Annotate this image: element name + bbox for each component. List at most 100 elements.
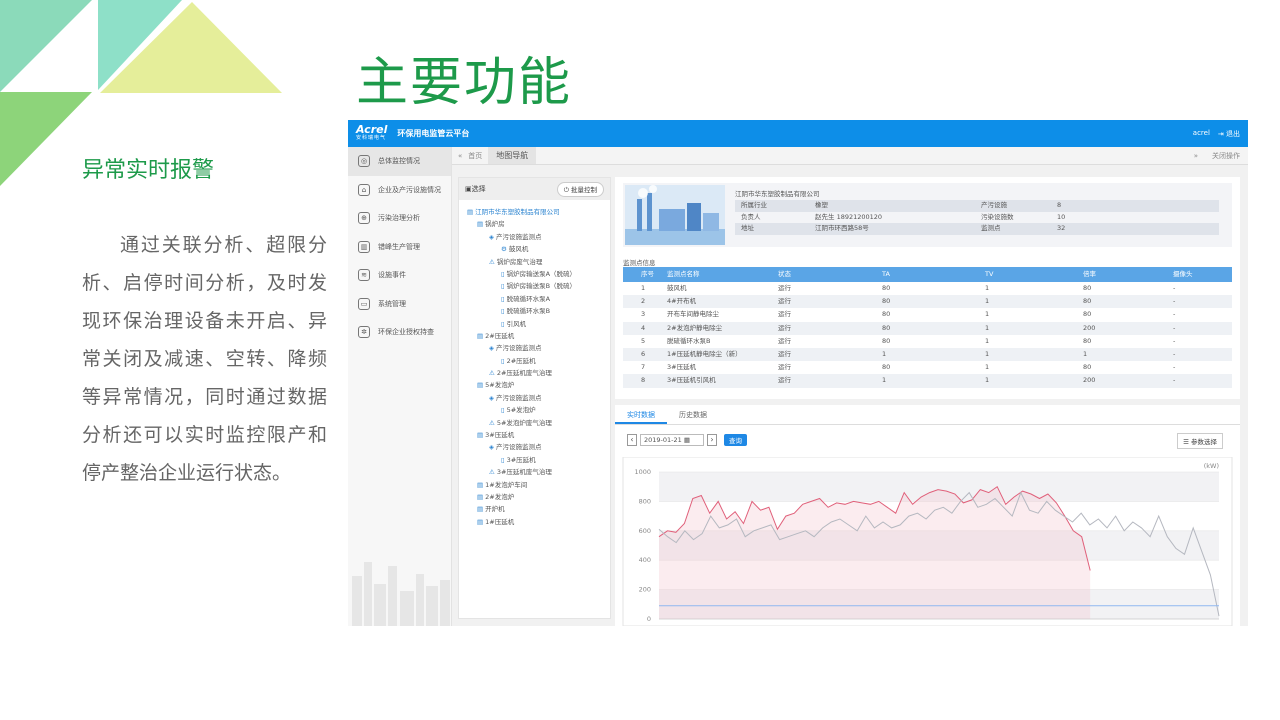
tree-node[interactable]: ▤ 1#压延机 (459, 516, 610, 528)
prev-date-button[interactable]: ‹ (627, 434, 637, 446)
table-cell: 2 (641, 297, 646, 306)
table-header-cell[interactable]: 序号 (623, 267, 667, 282)
app-topbar: Acrel 安科瑞电气 环保用电监管云平台 acrel ⇥ 退出 (348, 120, 1248, 147)
table-header-cell[interactable]: TA (882, 267, 985, 282)
table-row[interactable]: 8 3#压延机引风机 运行 1 1 200 - (623, 374, 1232, 388)
tree-node[interactable]: ◈ 产污设施监测点 (459, 231, 610, 243)
tree-node[interactable]: ▤ 1#发泡炉车间 (459, 479, 610, 491)
tree-node[interactable]: ⚠ 5#发泡炉废气治理 (459, 417, 610, 429)
tree-node[interactable]: ▯ 3#压延机 (459, 454, 610, 466)
company-name: 江阴市华东塑胶制品有限公司 (735, 190, 820, 198)
sidebar-item[interactable]: ◎ 总体监控情况 (348, 147, 451, 176)
info-row: 负责人 赵先生 18921200120 污染设施数 10 (735, 212, 1219, 224)
tree-node[interactable]: ▤ 3#压延机 (459, 429, 610, 441)
table-header-cell[interactable]: 状态 (778, 267, 882, 282)
table-cell: 1 (882, 349, 887, 358)
tree-node-label: 锅炉房输送泵A（脱硫） (506, 269, 577, 278)
sidebar-item[interactable]: ✲ 环保企业授权持查 (348, 318, 451, 347)
dashboard-icon: ◎ (358, 155, 370, 168)
query-button[interactable]: 查询 (724, 434, 747, 446)
tree-node[interactable]: ▤ 锅炉房 (459, 218, 610, 230)
sidebar: ◎ 总体监控情况 ⌂ 企业及产污设施情况 ⊕ 污染治理分析 ▥ 错峰生产管理 ≋ 设施事件 ▭ 系统管… (348, 147, 452, 626)
select-checkbox-icon[interactable]: ▣ (465, 185, 472, 193)
tree-node-label: 2#压延机 (485, 331, 515, 340)
table-header-cell[interactable]: 摄像头 (1173, 267, 1232, 282)
data-tab[interactable]: 实时数据 (615, 405, 667, 424)
tree-node[interactable]: ▯ 脱硫循环水泵A (459, 293, 610, 305)
sidebar-item[interactable]: ≋ 设施事件 (348, 261, 451, 290)
username[interactable]: acrel (1193, 129, 1210, 139)
tree-node[interactable]: ◈ 产污设施监测点 (459, 342, 610, 354)
tree-node[interactable]: ⚠ 3#压延机废气治理 (459, 466, 610, 478)
close-ops-menu[interactable]: 关闭操作 (1212, 151, 1240, 161)
tree-node-icon: ▯ (501, 406, 505, 415)
tree-node[interactable]: ▤ 2#压延机 (459, 330, 610, 342)
target-icon: ⊕ (358, 212, 370, 225)
table-cell: 1 (882, 376, 887, 385)
table-row[interactable]: 3 开布车间静电除尘 运行 80 1 80 - (623, 308, 1232, 321)
tab-home[interactable]: 首页 (468, 151, 482, 161)
table-cell: 80 (882, 297, 891, 306)
tab-map-navigation[interactable]: 地图导航 (488, 147, 537, 164)
tree-node-label: 锅炉房 (485, 220, 505, 229)
table-row[interactable]: 5 脱硫循环水泵B 运行 80 1 80 - (623, 335, 1232, 348)
tree-node-label: 1#发泡炉车间 (485, 480, 528, 489)
date-input[interactable]: 2019-01-21 ▦ (640, 434, 704, 446)
table-cell: 运行 (778, 323, 791, 332)
sidebar-item-label: 企业及产污设施情况 (378, 185, 441, 194)
slide-title: 主要功能 (356, 53, 573, 113)
batch-control-button[interactable]: ⏻ 批量控制 (556, 181, 604, 197)
tree-node[interactable]: ▤ 江阴市华东塑胶制品有限公司 (459, 206, 610, 218)
table-cell: 1 (985, 297, 990, 306)
info-cell: 负责人 (741, 212, 761, 221)
tree-node-label: 3#压延机 (506, 455, 536, 464)
tab-next-icon[interactable]: » (1194, 152, 1198, 160)
tree-node[interactable]: ▯ 锅炉房输送泵B（脱硫） (459, 280, 610, 292)
tree-node[interactable]: ▯ 引风机 (459, 318, 610, 330)
tree-node[interactable]: ⚠ 锅炉房废气治理 (459, 256, 610, 268)
sidebar-item[interactable]: ⌂ 企业及产污设施情况 (348, 176, 451, 205)
tree-node-icon: ▯ (501, 356, 505, 365)
table-row[interactable]: 1 鼓风机 运行 80 1 80 - (623, 282, 1232, 295)
tree-node[interactable]: ▯ 脱硫循环水泵B (459, 305, 610, 317)
logo-subtext: 安科瑞电气 (356, 134, 387, 141)
tree-node[interactable]: ⚙ 鼓风机 (459, 243, 610, 255)
date-controls: ‹ 2019-01-21 ▦ › 查询 (627, 434, 747, 446)
city-skyline-graphic (352, 562, 450, 626)
gear-icon: ✲ (358, 326, 370, 339)
tree-node[interactable]: ▯ 5#发泡炉 (459, 404, 610, 416)
tree-node[interactable]: ▯ 2#压延机 (459, 355, 610, 367)
table-header-cell[interactable]: 倍率 (1083, 267, 1173, 282)
tree-node[interactable]: ▤ 2#发泡炉 (459, 491, 610, 503)
table-cell: 1 (985, 349, 990, 358)
tree-node[interactable]: ▯ 锅炉房输送泵A（脱硫） (459, 268, 610, 280)
param-select-button[interactable]: ☰ 参数选择 (1177, 433, 1223, 449)
sidebar-item[interactable]: ▥ 错峰生产管理 (348, 233, 451, 262)
device-tree-panel: ▣ 选择 ⏻ 批量控制 ▤ 江阴市华东塑胶制品有限公司 ▤ 锅炉房 ◈ 产污设施监测点 ⚙ 鼓… (458, 177, 611, 619)
table-row[interactable]: 4 2#发泡炉静电除尘 运行 80 1 200 - (623, 321, 1232, 335)
tree-node[interactable]: ▤ 开炉机 (459, 503, 610, 515)
tab-prev-icon[interactable]: « (458, 152, 462, 160)
tree-node[interactable]: ◈ 产污设施监测点 (459, 392, 610, 404)
tree-node[interactable]: ◈ 产污设施监测点 (459, 441, 610, 453)
table-row[interactable]: 6 1#压延机静电除尘（新） 运行 1 1 1 - (623, 347, 1232, 362)
tree-node-icon: ▯ (501, 282, 505, 291)
monitor-icon: ▭ (358, 297, 370, 310)
table-row[interactable]: 2 4#开布机 运行 80 1 80 - (623, 295, 1232, 309)
tree-node[interactable]: ⚠ 2#压延机废气治理 (459, 367, 610, 379)
next-date-button[interactable]: › (707, 434, 717, 446)
sidebar-item[interactable]: ▭ 系统管理 (348, 290, 451, 319)
tree-node-icon: ▤ (477, 492, 484, 501)
signal-icon: ≋ (358, 269, 370, 282)
table-cell: 1#压延机静电除尘（新） (667, 349, 742, 358)
sidebar-item[interactable]: ⊕ 污染治理分析 (348, 204, 451, 233)
tree-node-label: 开炉机 (485, 505, 505, 514)
table-cell: 7 (641, 363, 646, 372)
data-tab[interactable]: 历史数据 (667, 405, 719, 424)
table-header-cell[interactable]: TV (985, 267, 1083, 282)
logout-button[interactable]: ⇥ 退出 (1218, 129, 1240, 139)
table-row[interactable]: 7 3#压延机 运行 80 1 80 - (623, 361, 1232, 374)
tree-node-label: 江阴市华东塑胶制品有限公司 (475, 208, 560, 216)
tree-node[interactable]: ▤ 5#发泡炉 (459, 379, 610, 391)
table-header-cell[interactable]: 监测点名称 (667, 267, 778, 282)
